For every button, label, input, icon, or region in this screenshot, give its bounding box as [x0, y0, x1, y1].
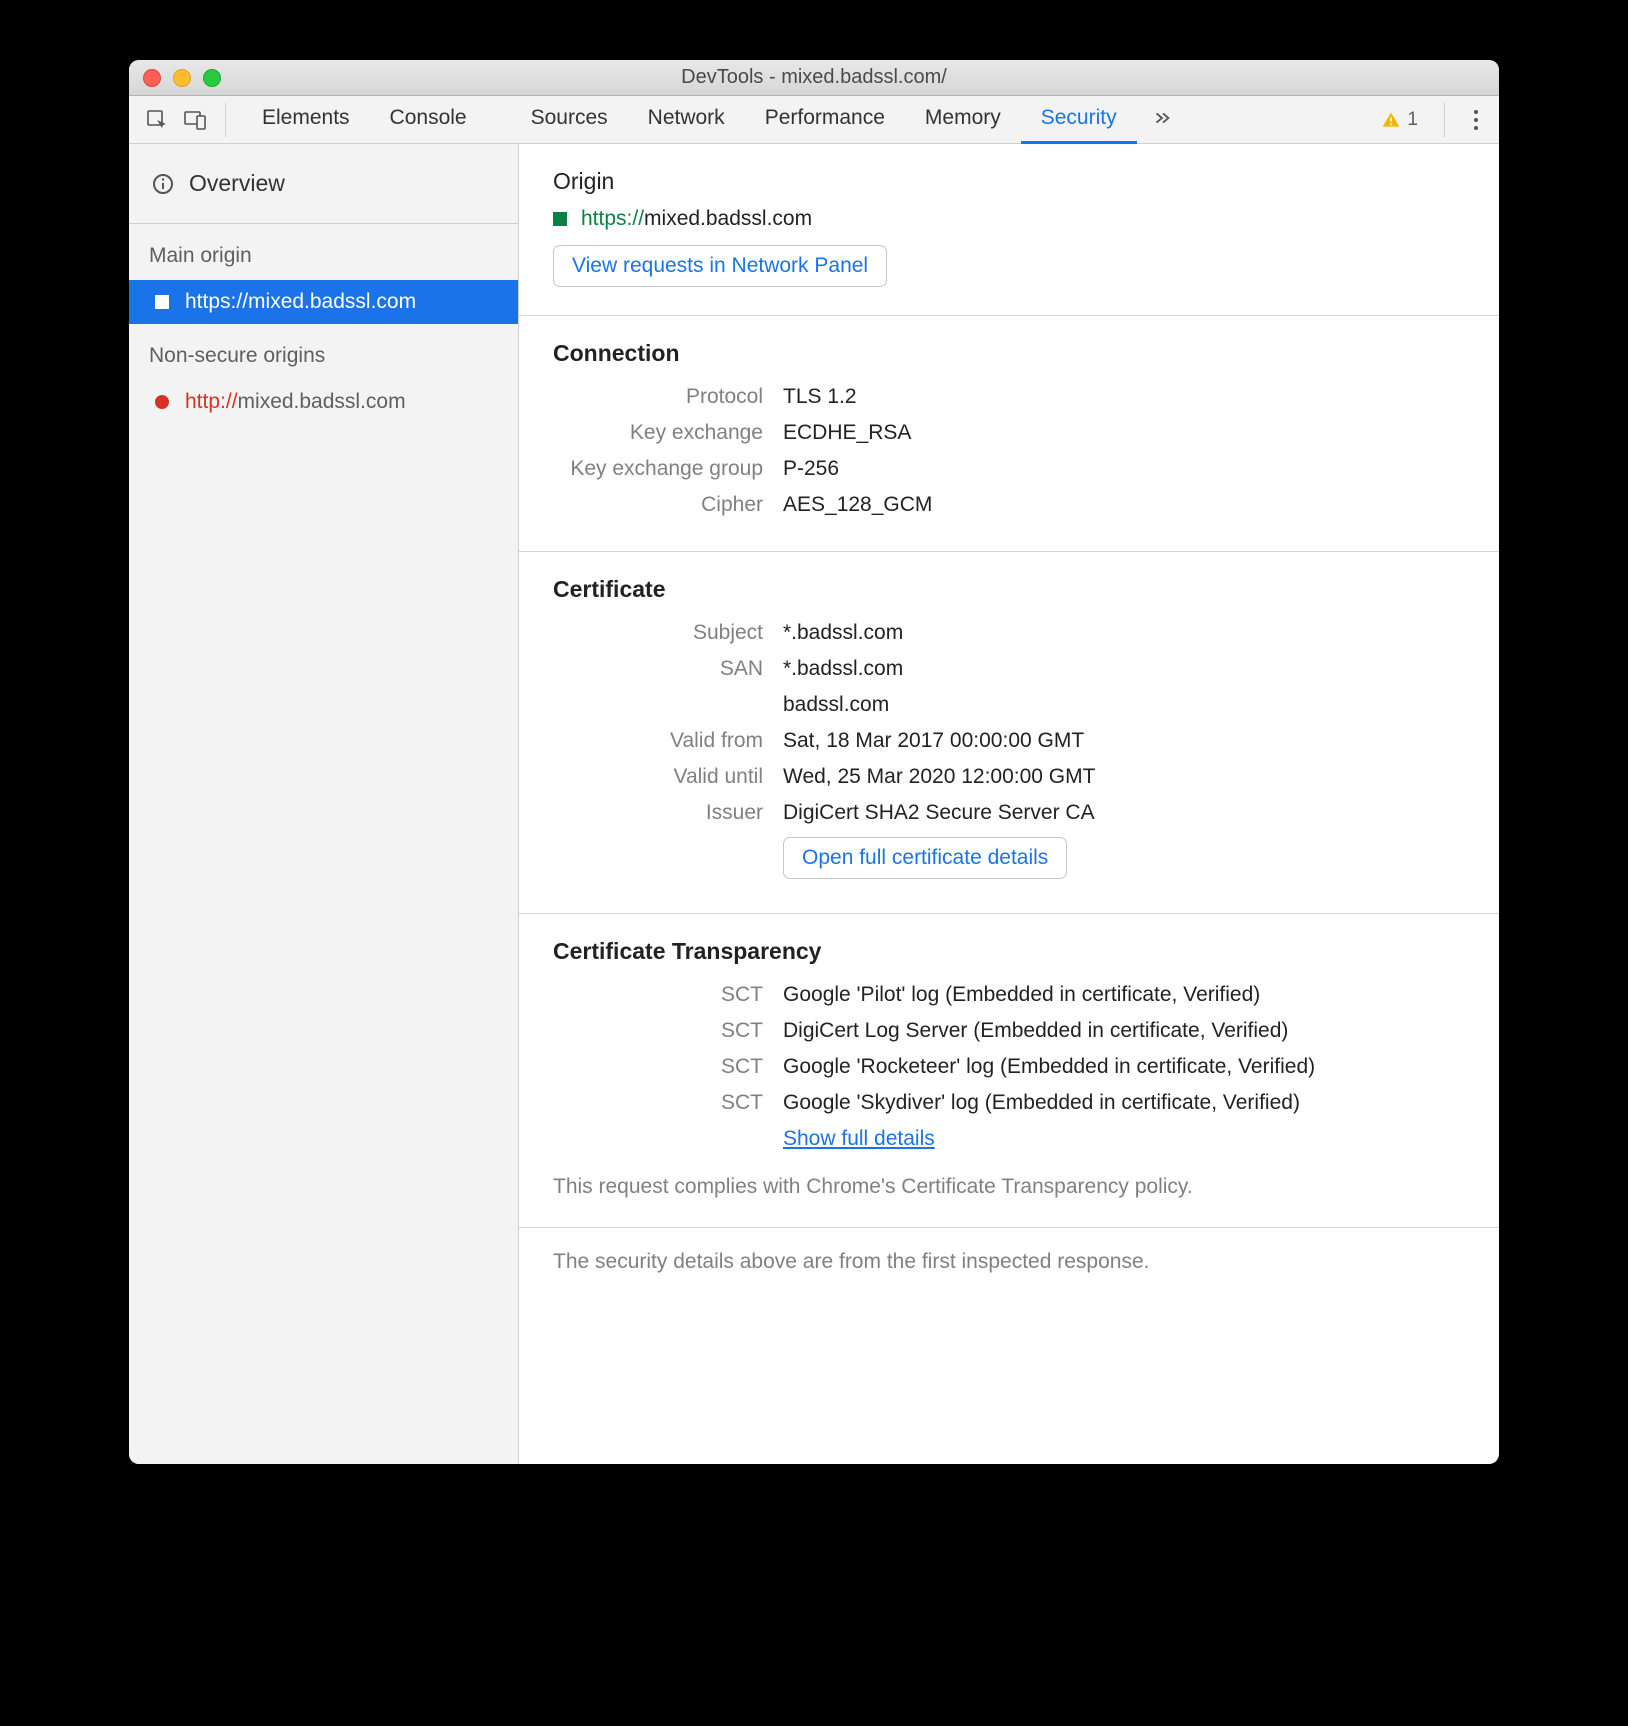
ct-compliance-note: This request complies with Chrome's Cert…	[553, 1175, 1465, 1199]
issuer-value: DigiCert SHA2 Secure Server CA	[773, 795, 1105, 831]
sidebar-main-origin-heading: Main origin	[129, 224, 518, 280]
footer-note: The security details above are from the …	[519, 1228, 1499, 1296]
sct-label: SCT	[553, 1049, 773, 1085]
toolbar-separator	[225, 103, 226, 137]
ct-table: SCTGoogle 'Pilot' log (Embedded in certi…	[553, 977, 1325, 1157]
tab-network[interactable]: Network	[628, 96, 745, 144]
toolbar-separator	[1444, 103, 1445, 137]
protocol-label: Protocol	[553, 379, 773, 415]
origin-host: mixed.badssl.com	[238, 390, 406, 413]
sidebar-origin-nonsecure[interactable]: http://mixed.badssl.com	[129, 380, 518, 424]
ct-heading: Certificate Transparency	[553, 938, 1465, 965]
certificate-section: Certificate Subject*.badssl.com SAN*.bad…	[519, 552, 1499, 914]
tab-performance[interactable]: Performance	[745, 96, 905, 144]
tab-memory[interactable]: Memory	[905, 96, 1021, 144]
key-exchange-label: Key exchange	[553, 415, 773, 451]
sidebar-overview[interactable]: Overview	[129, 144, 518, 224]
sct-label: SCT	[553, 977, 773, 1013]
tab-console[interactable]: Console	[370, 96, 487, 144]
valid-from-value: Sat, 18 Mar 2017 00:00:00 GMT	[773, 723, 1105, 759]
issuer-label: Issuer	[553, 795, 773, 831]
subject-label: Subject	[553, 615, 773, 651]
certificate-table: Subject*.badssl.com SAN*.badssl.com bads…	[553, 615, 1105, 885]
sct-label: SCT	[553, 1085, 773, 1121]
titlebar: DevTools - mixed.badssl.com/	[129, 60, 1499, 96]
cipher-label: Cipher	[553, 487, 773, 523]
origin-scheme: https://	[581, 207, 644, 230]
san-value-1: *.badssl.com	[773, 651, 1105, 687]
show-full-details-link[interactable]: Show full details	[783, 1127, 935, 1150]
ct-section: Certificate Transparency SCTGoogle 'Pilo…	[519, 914, 1499, 1228]
connection-table: ProtocolTLS 1.2 Key exchangeECDHE_RSA Ke…	[553, 379, 942, 523]
secure-origin-icon	[553, 212, 567, 226]
subject-value: *.badssl.com	[773, 615, 1105, 651]
panel-tabs: Elements Console Sources Network Perform…	[242, 96, 1187, 144]
certificate-heading: Certificate	[553, 576, 1465, 603]
valid-from-label: Valid from	[553, 723, 773, 759]
cipher-value: AES_128_GCM	[773, 487, 942, 523]
view-requests-button[interactable]: View requests in Network Panel	[553, 245, 887, 287]
zoom-window-button[interactable]	[203, 69, 221, 87]
origin-host: mixed.badssl.com	[248, 290, 416, 313]
warnings-count: 1	[1407, 109, 1418, 131]
origin-section: Origin https://mixed.badssl.com View req…	[519, 144, 1499, 316]
device-toolbar-icon[interactable]	[181, 106, 209, 134]
insecure-origin-icon	[155, 395, 169, 409]
devtools-window: DevTools - mixed.badssl.com/ Elements Co…	[129, 60, 1499, 1464]
tab-sources[interactable]: Sources	[511, 96, 628, 144]
more-menu-icon[interactable]	[1461, 110, 1491, 130]
warnings-badge[interactable]: 1	[1371, 109, 1428, 131]
sct-value: Google 'Pilot' log (Embedded in certific…	[773, 977, 1325, 1013]
sct-label: SCT	[553, 1013, 773, 1049]
window-title: DevTools - mixed.badssl.com/	[129, 66, 1499, 89]
sidebar-origin-selected[interactable]: https://mixed.badssl.com	[129, 280, 518, 324]
security-main: Origin https://mixed.badssl.com View req…	[519, 144, 1499, 1464]
origin-host: mixed.badssl.com	[644, 207, 812, 230]
tabs-overflow-icon[interactable]	[1137, 96, 1187, 144]
tab-security[interactable]: Security	[1021, 96, 1137, 144]
sidebar-nonsecure-heading: Non-secure origins	[129, 324, 518, 380]
info-icon	[151, 172, 175, 196]
key-exchange-group-value: P-256	[773, 451, 942, 487]
overview-label: Overview	[189, 170, 285, 197]
tab-elements[interactable]: Elements	[242, 96, 370, 144]
protocol-value: TLS 1.2	[773, 379, 942, 415]
origin-heading: Origin	[553, 168, 1465, 195]
connection-heading: Connection	[553, 340, 1465, 367]
origin-scheme: https://	[185, 290, 248, 313]
valid-until-label: Valid until	[553, 759, 773, 795]
connection-section: Connection ProtocolTLS 1.2 Key exchangeE…	[519, 316, 1499, 552]
origin-scheme: http://	[185, 390, 238, 413]
san-label: SAN	[553, 651, 773, 687]
secure-origin-icon	[155, 295, 169, 309]
open-certificate-details-button[interactable]: Open full certificate details	[783, 837, 1067, 879]
traffic-lights	[129, 69, 221, 87]
inspect-element-icon[interactable]	[143, 106, 171, 134]
sct-value: DigiCert Log Server (Embedded in certifi…	[773, 1013, 1325, 1049]
sct-value: Google 'Skydiver' log (Embedded in certi…	[773, 1085, 1325, 1121]
devtools-toolbar: Elements Console Sources Network Perform…	[129, 96, 1499, 144]
valid-until-value: Wed, 25 Mar 2020 12:00:00 GMT	[773, 759, 1105, 795]
close-window-button[interactable]	[143, 69, 161, 87]
key-exchange-group-label: Key exchange group	[553, 451, 773, 487]
minimize-window-button[interactable]	[173, 69, 191, 87]
key-exchange-value: ECDHE_RSA	[773, 415, 942, 451]
security-sidebar: Overview Main origin https://mixed.badss…	[129, 144, 519, 1464]
sct-value: Google 'Rocketeer' log (Embedded in cert…	[773, 1049, 1325, 1085]
san-value-2: badssl.com	[773, 687, 1105, 723]
origin-url: https://mixed.badssl.com	[553, 207, 1465, 231]
